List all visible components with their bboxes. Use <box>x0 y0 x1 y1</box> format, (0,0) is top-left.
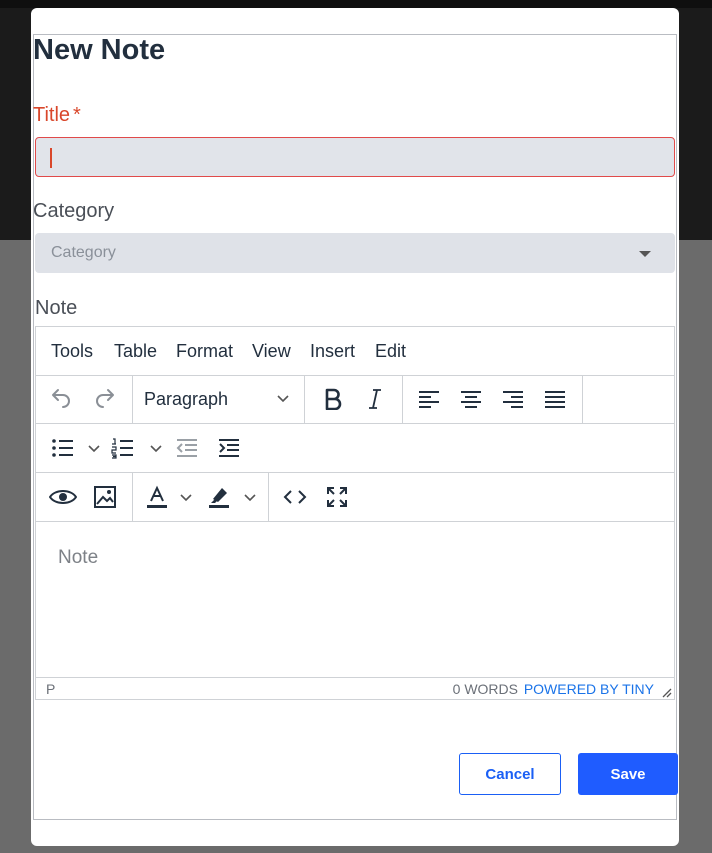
highlight-icon[interactable] <box>204 483 234 511</box>
menu-insert[interactable]: Insert <box>310 341 355 362</box>
dialog-title: New Note <box>33 34 166 66</box>
menu-tools[interactable]: Tools <box>51 341 93 362</box>
block-format-label: Paragraph <box>144 389 229 409</box>
text-color-chevron-icon[interactable] <box>179 493 193 503</box>
align-right-icon[interactable] <box>498 385 528 413</box>
editor-placeholder: Note <box>58 547 99 568</box>
category-label: Category <box>33 200 115 222</box>
menu-table[interactable]: Table <box>114 341 157 362</box>
editor-content[interactable]: Note <box>36 521 674 677</box>
chevron-down-icon <box>277 395 289 403</box>
insert-group <box>36 473 133 521</box>
resize-handle-icon[interactable] <box>660 686 672 698</box>
align-left-icon[interactable] <box>414 385 444 413</box>
cancel-button[interactable]: Cancel <box>459 753 561 795</box>
bullet-list-chevron-icon[interactable] <box>87 444 101 454</box>
caret-down-icon <box>639 251 651 257</box>
bullet-list-icon[interactable] <box>48 434 78 462</box>
menu-view[interactable]: View <box>252 341 291 362</box>
element-path[interactable]: P <box>46 681 55 697</box>
align-center-icon[interactable] <box>456 385 486 413</box>
highlight-chevron-icon[interactable] <box>243 493 257 503</box>
title-input[interactable] <box>35 137 675 177</box>
note-label: Note <box>35 297 78 319</box>
preview-icon[interactable] <box>48 483 78 511</box>
title-label-text: Title <box>33 104 71 126</box>
category-placeholder: Category <box>51 244 116 261</box>
backdrop-top <box>0 0 712 8</box>
redo-icon[interactable] <box>90 385 120 413</box>
toolbar-row-1: Paragraph <box>36 375 674 424</box>
editor-menubar: Tools Table Format View Insert Edit <box>36 327 674 376</box>
block-format-select[interactable]: Paragraph <box>132 375 305 423</box>
history-group <box>36 375 133 423</box>
code-icon[interactable] <box>280 483 310 511</box>
toolbar-row-2 <box>36 424 674 473</box>
menu-format[interactable]: Format <box>176 341 233 362</box>
powered-by-link[interactable]: POWERED BY TINY <box>524 681 654 697</box>
fullscreen-icon[interactable] <box>322 483 352 511</box>
outdent-icon[interactable] <box>172 434 202 462</box>
undo-icon[interactable] <box>46 385 76 413</box>
color-group <box>132 473 269 521</box>
alignment-group <box>402 375 583 423</box>
save-button[interactable]: Save <box>578 753 678 795</box>
toolbar-row-3 <box>36 473 674 522</box>
text-cursor <box>50 148 52 168</box>
required-mark: * <box>73 104 81 126</box>
align-justify-icon[interactable] <box>540 385 570 413</box>
new-note-dialog: New Note Title * Category Category Note T… <box>31 8 679 846</box>
title-label: Title * <box>33 104 81 127</box>
indent-icon[interactable] <box>214 434 244 462</box>
bold-icon[interactable] <box>318 385 348 413</box>
numbered-list-chevron-icon[interactable] <box>149 444 163 454</box>
italic-icon[interactable] <box>360 385 390 413</box>
text-style-group <box>304 375 403 423</box>
category-select[interactable]: Category <box>35 233 675 273</box>
word-count[interactable]: 0 WORDS <box>453 681 518 697</box>
text-color-icon[interactable] <box>142 483 172 511</box>
numbered-list-icon[interactable] <box>108 434 138 462</box>
menu-edit[interactable]: Edit <box>375 341 406 362</box>
rich-text-editor: Tools Table Format View Insert Edit Para… <box>35 326 675 700</box>
editor-statusbar: P 0 WORDS POWERED BY TINY <box>36 677 674 700</box>
image-icon[interactable] <box>90 483 120 511</box>
